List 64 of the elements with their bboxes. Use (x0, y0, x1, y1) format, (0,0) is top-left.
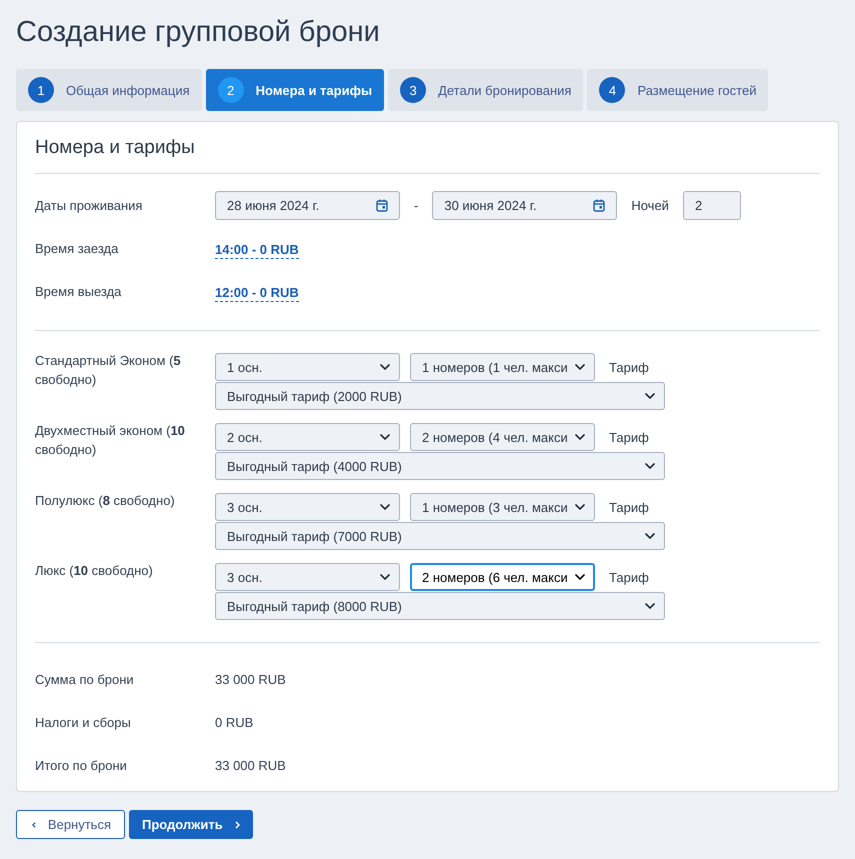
summary-label: Сумма по брони (35, 672, 135, 687)
tariff-label: Тариф (609, 570, 649, 584)
chevron-down-icon (575, 364, 585, 370)
room-type-label: Люкс (10 свободно) (35, 562, 154, 580)
step-number: 3 (400, 77, 426, 103)
calendar-icon (593, 199, 606, 212)
chevron-down-icon (645, 393, 655, 399)
page-title: Создание групповой брони (16, 15, 381, 50)
summary-value: 33 000 RUB (215, 758, 286, 773)
tariff-label: Тариф (609, 360, 649, 374)
tariff-select[interactable]: Выгодный тариф (8000 RUB) (215, 592, 665, 620)
tariff-select[interactable]: Выгодный тариф (7000 RUB) (215, 522, 665, 550)
step-tab[interactable]: 3 Детали бронирования (388, 69, 584, 111)
guests-select[interactable]: 2 осн. (215, 423, 400, 451)
chevron-right-icon (234, 820, 240, 828)
field-label: Даты проживания (35, 198, 144, 213)
checkin-time-link[interactable]: 14:00 - 0 RUB (215, 242, 299, 259)
chevron-down-icon (380, 574, 390, 580)
summary-label: Итого по брони (35, 758, 128, 773)
tariff-label: Тариф (609, 430, 649, 444)
field-label: Ночей (631, 198, 669, 213)
step-number: 1 (28, 77, 54, 103)
continue-button[interactable]: Продолжить (129, 810, 253, 839)
summary-value: 33 000 RUB (215, 672, 286, 687)
tariff-select[interactable]: Выгодный тариф (4000 RUB) (215, 452, 665, 480)
guests-select[interactable]: 3 осн. (215, 493, 400, 521)
date-separator: - (414, 198, 418, 213)
chevron-down-icon (380, 504, 390, 510)
summary-value: 0 RUB (215, 715, 254, 730)
room-type-label: Полулюкс (8 свободно) (35, 492, 176, 510)
field-label: Время заезда (35, 241, 120, 256)
rooms-select[interactable]: 2 номеров (6 чел. макси (410, 563, 595, 591)
guests-select[interactable]: 1 осн. (215, 353, 400, 381)
step-tab[interactable]: 4 Размещение гостей (587, 69, 768, 111)
chevron-down-icon (645, 463, 655, 469)
nights-field[interactable]: 2 (682, 191, 741, 220)
field-label: Время выезда (35, 284, 122, 299)
rooms-select[interactable]: 1 номеров (1 чел. макси (410, 353, 595, 381)
section-title: Номера и тарифы (35, 136, 196, 160)
tariff-label: Тариф (609, 500, 649, 514)
checkout-time-link[interactable]: 12:00 - 0 RUB (215, 285, 299, 302)
back-button[interactable]: Вернуться (16, 810, 125, 839)
rooms-select[interactable]: 1 номеров (3 чел. макси (410, 493, 595, 521)
step-tab[interactable]: 2 Номера и тарифы (206, 69, 384, 111)
room-type-label: Двухместный эконом (10 свободно) (35, 422, 186, 459)
step-tab[interactable]: 1 Общая информация (16, 69, 202, 111)
calendar-icon (376, 199, 388, 212)
chevron-down-icon (645, 533, 655, 539)
step-number: 4 (599, 77, 626, 103)
chevron-down-icon (575, 504, 585, 510)
date-field[interactable]: 30 июня 2024 г. (432, 191, 618, 220)
chevron-down-icon (645, 603, 655, 609)
room-type-label: Стандартный Эконом (5 свободно) (35, 352, 182, 389)
chevron-down-icon (575, 574, 585, 580)
chevron-left-icon (32, 820, 36, 828)
step-number: 2 (218, 77, 244, 103)
summary-label: Налоги и сборы (35, 715, 132, 730)
date-field[interactable]: 28 июня 2024 г. (215, 191, 400, 220)
chevron-down-icon (575, 434, 585, 440)
guests-select[interactable]: 3 осн. (215, 563, 400, 591)
chevron-down-icon (380, 364, 390, 370)
chevron-down-icon (380, 434, 390, 440)
tariff-select[interactable]: Выгодный тариф (2000 RUB) (215, 382, 665, 410)
rooms-select[interactable]: 2 номеров (4 чел. макси (410, 423, 595, 451)
